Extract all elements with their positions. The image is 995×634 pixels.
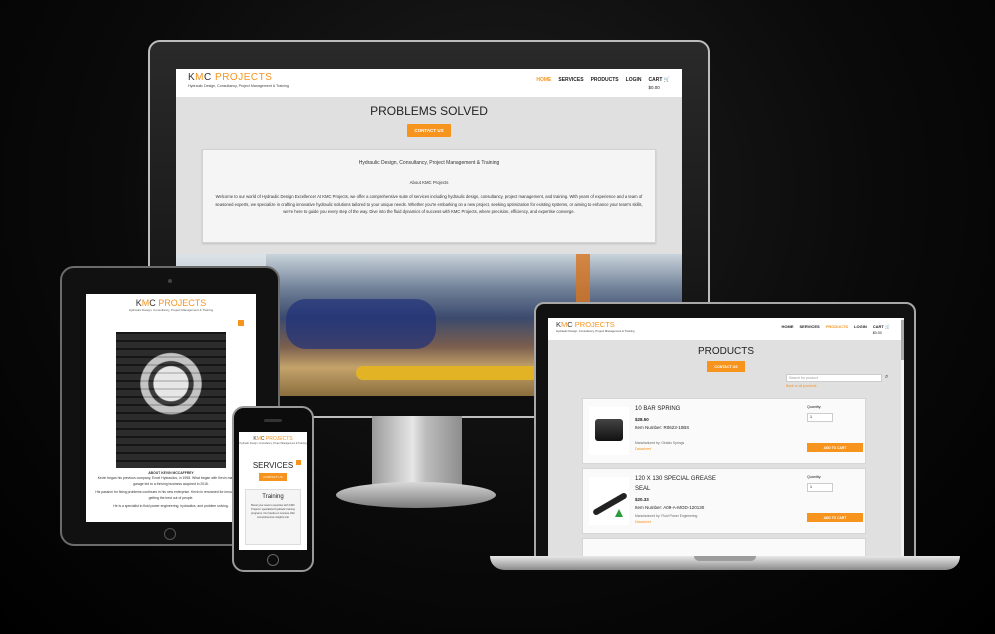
cart-icon: 🛒 bbox=[663, 77, 670, 83]
phone-device: KMC PROJECTS Hydraulic Design, Consultan… bbox=[232, 406, 314, 572]
back-to-products-link[interactable]: Back to all products bbox=[786, 384, 817, 388]
products-title: PRODUCTS bbox=[697, 346, 755, 357]
add-to-cart-button[interactable]: ADD TO CART bbox=[807, 443, 863, 452]
add-to-cart-button[interactable]: ADD TO CART bbox=[807, 513, 863, 522]
product-card: 120 X 130 SPECIAL GREASE SEAL $20.33 Ite… bbox=[582, 468, 866, 534]
laptop-contact-button[interactable]: CONTACT US bbox=[707, 361, 745, 372]
tablet-logo[interactable]: KMC PROJECTS bbox=[86, 298, 256, 308]
intro-heading: Hydraulic Design, Consultancy, Project M… bbox=[358, 160, 500, 166]
laptop-cart-label: CART bbox=[872, 324, 884, 329]
laptop-cart-amount: $0.00 bbox=[872, 331, 882, 335]
portrait-photo bbox=[116, 332, 226, 468]
logo-block[interactable]: KMC PROJECTS Hydraulic Design, Consultan… bbox=[188, 73, 290, 89]
phone-menu-toggle[interactable] bbox=[296, 460, 301, 465]
phone-home-button bbox=[267, 554, 279, 566]
datasheet-link[interactable]: Datasheet bbox=[635, 520, 651, 524]
laptop-nav-products[interactable]: PRODUCTS bbox=[826, 324, 848, 335]
laptop-navbar: KMC PROJECTS Hydraulic Design, Consultan… bbox=[548, 318, 904, 340]
laptop-logo-rest: PROJECTS bbox=[572, 320, 615, 329]
hero-title: PROBLEMS SOLVED bbox=[370, 104, 488, 118]
nav-cart-label: CART bbox=[648, 77, 663, 83]
nav-cart[interactable]: CART 🛒 $0.00 bbox=[648, 77, 670, 90]
product-name[interactable]: 120 X 130 SPECIAL GREASE SEAL bbox=[635, 475, 725, 494]
product-item-number: Item Number: A09-A-MOD-120130 bbox=[635, 505, 705, 510]
intro-subheading: About KMC Projects bbox=[409, 180, 449, 185]
tablet-camera bbox=[168, 279, 172, 283]
tablet-menu-toggle[interactable] bbox=[238, 320, 244, 326]
logo-rest: PROJECTS bbox=[211, 72, 273, 83]
training-heading: Training bbox=[262, 494, 284, 500]
logo-c: C bbox=[204, 72, 212, 83]
cart-amount: $0.00 bbox=[648, 85, 660, 90]
product-image[interactable] bbox=[589, 477, 629, 525]
laptop-device: KMC PROJECTS Hydraulic Design, Consultan… bbox=[534, 302, 916, 558]
product-card: 10 BAR SPRING $28.50 Item Number: R0623-… bbox=[582, 398, 866, 464]
monitor-stand-base bbox=[336, 482, 496, 508]
tagline: Hydraulic Design, Consultancy, Project M… bbox=[188, 84, 290, 88]
phone-tagline: Hydraulic Design, Consultancy, Project M… bbox=[239, 442, 307, 445]
product-image[interactable] bbox=[589, 407, 629, 455]
about-section: ABOUT KEVIN MCCAFFREY Kevin began his pr… bbox=[94, 471, 248, 510]
monitor-stand bbox=[372, 416, 462, 488]
laptop-nav-cart[interactable]: CART 🛒 $0.00 bbox=[873, 324, 890, 335]
quantity-label: Quantity: bbox=[807, 405, 822, 409]
nav-products[interactable]: PRODUCTS bbox=[591, 77, 619, 90]
about-paragraph-1: Kevin began his previous company, Excel … bbox=[97, 476, 245, 486]
datasheet-link[interactable]: Datasheet bbox=[635, 447, 651, 451]
product-price: $20.33 bbox=[635, 497, 649, 502]
phone-screen: KMC PROJECTS Hydraulic Design, Consultan… bbox=[239, 432, 307, 550]
nav-home[interactable]: HOME bbox=[536, 77, 551, 90]
training-card: Training Boost your team's expertise wit… bbox=[245, 489, 301, 545]
nav-services[interactable]: SERVICES bbox=[558, 77, 583, 90]
tablet-tagline: Hydraulic Design, Consultancy, Project M… bbox=[128, 308, 214, 312]
product-item-number: Item Number: R0623-10BS bbox=[635, 425, 690, 430]
product-name[interactable]: 10 BAR SPRING bbox=[635, 405, 725, 415]
navbar: KMC PROJECTS Hydraulic Design, Consultan… bbox=[176, 69, 682, 97]
product-price: $28.50 bbox=[635, 417, 649, 422]
product-search-input[interactable]: Search for product bbox=[786, 374, 882, 382]
phone-speaker bbox=[264, 419, 282, 422]
laptop-nav-links: HOME SERVICES PRODUCTS LOGIN CART 🛒 $0.0… bbox=[782, 324, 891, 335]
laptop-cart-icon: 🛒 bbox=[885, 324, 890, 329]
quantity-input[interactable]: 1 bbox=[807, 483, 833, 492]
laptop-nav-services[interactable]: SERVICES bbox=[800, 324, 820, 335]
about-paragraph-2: His passion for fixing problems continue… bbox=[95, 490, 247, 500]
intro-paragraph: Welcome to our world of Hydraulic Design… bbox=[215, 194, 643, 215]
phone-contact-button[interactable]: CONTACT US bbox=[259, 473, 287, 481]
tablet-home-button bbox=[164, 528, 176, 540]
logo-m: M bbox=[195, 72, 205, 83]
search-icon[interactable]: ⌕ bbox=[885, 374, 888, 381]
contact-us-button[interactable]: CONTACT US bbox=[407, 124, 451, 137]
tablet-screen: KMC PROJECTS Hydraulic Design, Consultan… bbox=[86, 294, 256, 522]
training-text: Boost your team's expertise with KMC Pro… bbox=[251, 504, 295, 520]
laptop-nav-home[interactable]: HOME bbox=[782, 324, 794, 335]
product-card bbox=[582, 538, 866, 556]
quantity-label: Quantity: bbox=[807, 475, 822, 479]
about-paragraph-3: He is a specialist in fluid power engine… bbox=[113, 504, 229, 509]
logo[interactable]: KMC PROJECTS bbox=[188, 73, 289, 83]
intro-card: Hydraulic Design, Consultancy, Project M… bbox=[202, 149, 656, 243]
laptop-screen: KMC PROJECTS Hydraulic Design, Consultan… bbox=[548, 318, 904, 556]
laptop-notch bbox=[694, 556, 756, 561]
nav-login[interactable]: LOGIN bbox=[626, 77, 642, 90]
scrollbar[interactable] bbox=[901, 318, 904, 556]
nav-links: HOME SERVICES PRODUCTS LOGIN CART 🛒 $0.0… bbox=[536, 77, 670, 90]
product-manufacturer: Manufactured by: Fluid Power Engineering bbox=[635, 514, 698, 518]
quantity-input[interactable]: 1 bbox=[807, 413, 833, 422]
tablet-logo-rest: PROJECTS bbox=[155, 298, 207, 308]
laptop-nav-login[interactable]: LOGIN bbox=[854, 324, 867, 335]
product-manufacturer: Manufactured by: Giraldo Springs bbox=[635, 441, 685, 445]
